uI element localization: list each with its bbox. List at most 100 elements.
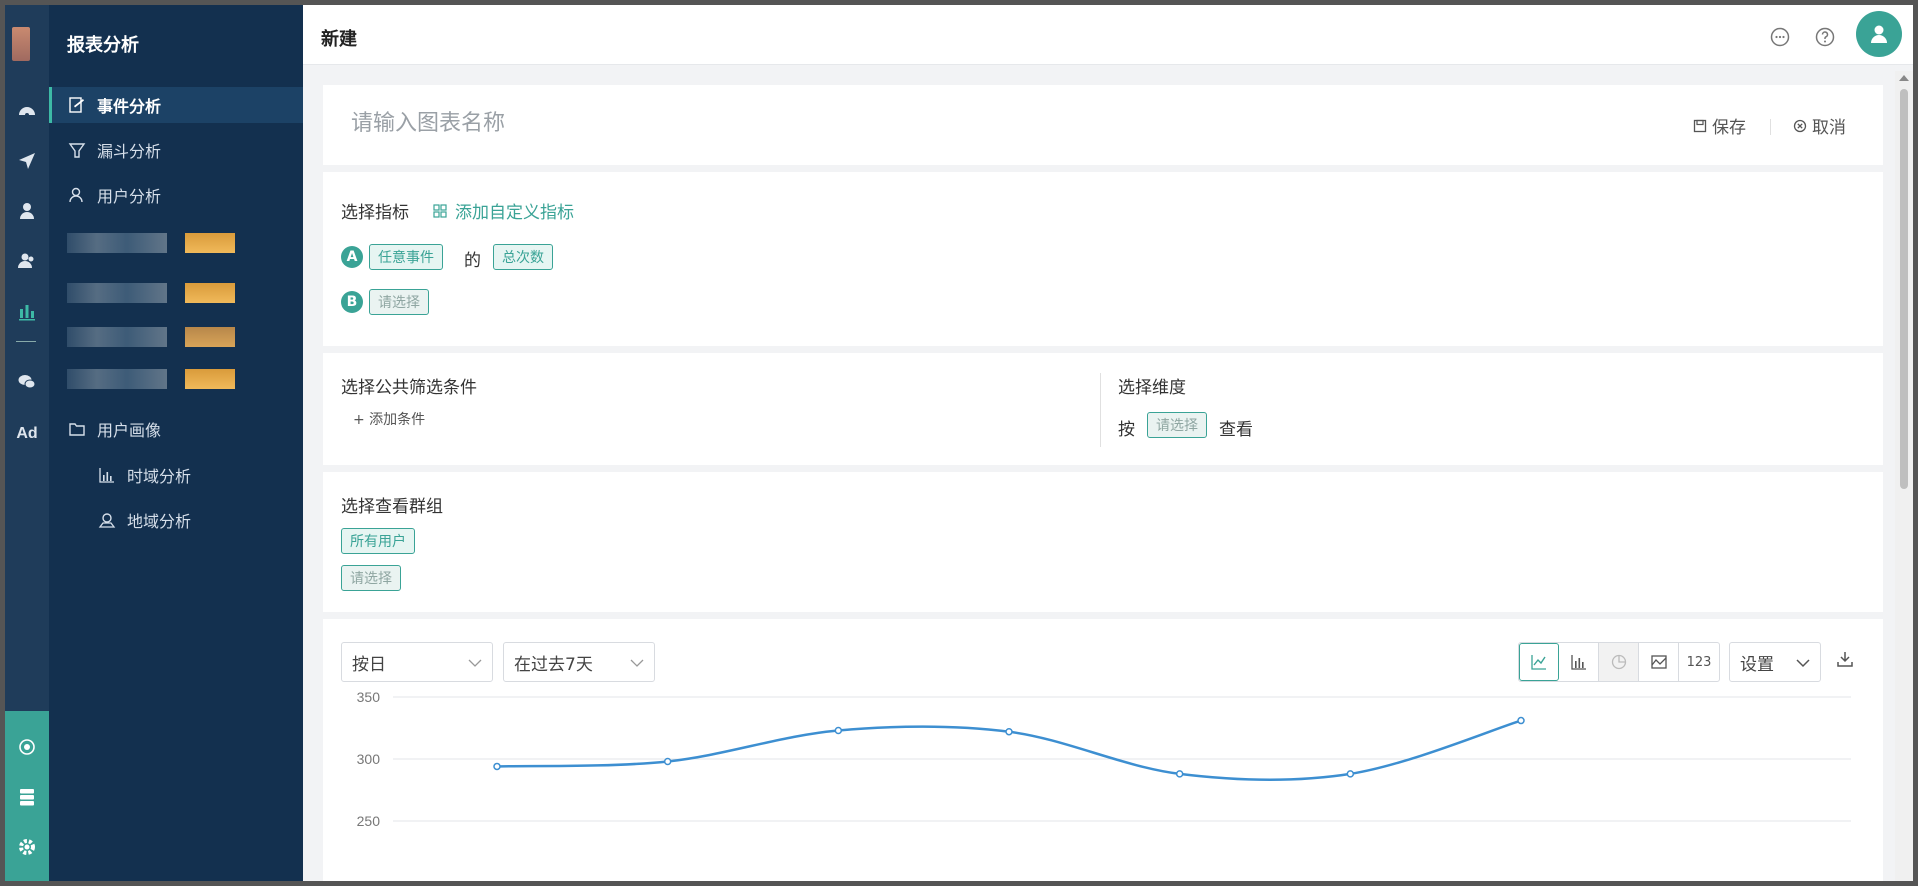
group-all-users[interactable]: 所有用户 bbox=[341, 528, 415, 554]
add-custom-metric-label: 添加自定义指标 bbox=[455, 203, 574, 223]
number-view-button[interactable]: 123 bbox=[1679, 643, 1719, 681]
metrics-title: 选择指标 bbox=[341, 203, 409, 223]
y-tick-label: 250 bbox=[357, 813, 381, 829]
group-card: 选择查看群组 所有用户 请选择 bbox=[323, 472, 1883, 612]
user-outline-icon bbox=[67, 185, 87, 205]
granularity-select[interactable]: 按日 bbox=[341, 642, 493, 682]
users-icon[interactable] bbox=[5, 246, 49, 276]
chevron-down-icon bbox=[630, 659, 644, 667]
dimension-title: 选择维度 bbox=[1118, 378, 1186, 398]
metrics-card: 选择指标 添加自定义指标 A 任意事件 的 总次数 B 请选择 bbox=[323, 172, 1883, 346]
sidebar-item-label: 事件分析 bbox=[97, 97, 162, 116]
app-window: Ad 报表分析 事件分析 漏斗分析 用户分析 用户画像 时域分析 地域分析 新建… bbox=[5, 5, 1913, 881]
line-chart: 350 300 250 bbox=[357, 689, 1851, 829]
bar-chart-small-icon bbox=[97, 465, 117, 485]
y-tick-label: 350 bbox=[357, 689, 381, 705]
cancel-button[interactable]: 取消 bbox=[1793, 113, 1846, 138]
sidebar-item-event-analysis[interactable]: 事件分析 bbox=[49, 87, 303, 123]
report-chart-icon[interactable] bbox=[5, 296, 49, 326]
dimension-prefix: 按 bbox=[1118, 420, 1135, 440]
chevron-down-icon bbox=[1796, 659, 1810, 668]
sidebar-item-label: 用户画像 bbox=[97, 421, 162, 440]
action-divider bbox=[1770, 119, 1771, 135]
sidebar: 报表分析 事件分析 漏斗分析 用户分析 用户画像 时域分析 地域分析 bbox=[49, 5, 303, 881]
sidebar-item-time-analysis[interactable]: 时域分析 bbox=[49, 457, 303, 493]
metric-b-badge: B bbox=[341, 291, 363, 313]
sidebar-item-funnel-analysis[interactable]: 漏斗分析 bbox=[49, 132, 303, 168]
sidebar-item-user-analysis[interactable]: 用户分析 bbox=[49, 177, 303, 213]
area-chart-icon[interactable] bbox=[1639, 643, 1679, 681]
settings-gear-icon[interactable] bbox=[5, 832, 49, 862]
sidebar-item-label: 漏斗分析 bbox=[97, 142, 162, 161]
database-icon[interactable] bbox=[5, 782, 49, 812]
metric-b-event-select[interactable]: 请选择 bbox=[369, 289, 429, 315]
vertical-scrollbar[interactable] bbox=[1895, 71, 1913, 881]
bar-chart-icon[interactable] bbox=[1559, 643, 1599, 681]
scroll-up-arrow[interactable] bbox=[1899, 75, 1909, 81]
chart-settings-dropdown[interactable]: 设置 bbox=[1729, 642, 1821, 682]
dashboard-icon[interactable] bbox=[5, 96, 49, 126]
data-point[interactable] bbox=[1175, 770, 1184, 778]
save-label: 保存 bbox=[1712, 118, 1746, 138]
redacted-sidebar-item[interactable] bbox=[67, 229, 237, 257]
data-point[interactable] bbox=[1346, 770, 1355, 778]
chart-name-card: 保存 取消 bbox=[323, 85, 1883, 165]
wechat-icon[interactable] bbox=[5, 367, 49, 397]
redacted-sidebar-item[interactable] bbox=[67, 279, 237, 307]
redacted-sidebar-item[interactable] bbox=[67, 365, 237, 393]
dimension-suffix: 查看 bbox=[1219, 420, 1253, 440]
chat-icon[interactable] bbox=[1768, 25, 1792, 49]
filter-divider bbox=[1100, 373, 1101, 447]
granularity-value: 按日 bbox=[352, 654, 386, 675]
chart-type-group: 123 bbox=[1518, 642, 1720, 682]
save-icon bbox=[1693, 119, 1707, 132]
send-icon[interactable] bbox=[5, 146, 49, 176]
ad-icon[interactable]: Ad bbox=[5, 419, 49, 449]
groups-title: 选择查看群组 bbox=[341, 497, 443, 517]
page-title: 新建 bbox=[321, 29, 357, 50]
group-select[interactable]: 请选择 bbox=[341, 565, 401, 591]
data-point[interactable] bbox=[493, 762, 501, 771]
settings-label: 设置 bbox=[1740, 654, 1774, 675]
date-range-select[interactable]: 在过去7天 bbox=[503, 642, 655, 682]
redacted-sidebar-item[interactable] bbox=[67, 323, 237, 351]
metric-a-event-select[interactable]: 任意事件 bbox=[369, 244, 443, 270]
filters-title: 选择公共筛选条件 bbox=[341, 378, 477, 398]
icon-rail: Ad bbox=[5, 5, 49, 881]
y-tick-label: 300 bbox=[357, 751, 381, 767]
filter-dimension-card: 选择公共筛选条件 + 添加条件 选择维度 按 请选择 查看 bbox=[323, 353, 1883, 465]
help-icon[interactable] bbox=[1813, 25, 1837, 49]
sidebar-item-user-profile[interactable]: 用户画像 bbox=[49, 411, 303, 447]
pie-chart-icon[interactable] bbox=[1599, 643, 1639, 681]
data-point[interactable] bbox=[1005, 727, 1013, 736]
avatar[interactable] bbox=[1856, 11, 1902, 57]
sidebar-item-geo-analysis[interactable]: 地域分析 bbox=[49, 502, 303, 538]
add-condition-button[interactable]: + 添加条件 bbox=[353, 409, 425, 429]
data-point[interactable] bbox=[1517, 716, 1525, 725]
download-icon[interactable] bbox=[1836, 650, 1854, 668]
user-icon[interactable] bbox=[5, 196, 49, 226]
sidebar-item-label: 地域分析 bbox=[127, 512, 192, 531]
monitor-icon[interactable] bbox=[5, 732, 49, 762]
cancel-circle-icon bbox=[1793, 119, 1807, 132]
metric-a-badge: A bbox=[341, 246, 363, 268]
data-point[interactable] bbox=[834, 726, 843, 735]
chart-name-input[interactable] bbox=[351, 111, 1051, 136]
top-header: 新建 bbox=[303, 5, 1913, 65]
data-point[interactable] bbox=[663, 757, 672, 766]
scrollbar-thumb[interactable] bbox=[1900, 89, 1908, 489]
dimension-select[interactable]: 请选择 bbox=[1147, 412, 1207, 438]
save-button[interactable]: 保存 bbox=[1693, 113, 1746, 138]
rail-divider bbox=[16, 341, 36, 342]
metric-a-measure-select[interactable]: 总次数 bbox=[493, 244, 553, 270]
add-custom-metric-link[interactable]: 添加自定义指标 bbox=[433, 198, 574, 223]
funnel-icon bbox=[67, 140, 87, 160]
grid-icon bbox=[433, 203, 447, 218]
sidebar-item-label: 时域分析 bbox=[127, 467, 192, 486]
date-range-value: 在过去7天 bbox=[514, 654, 593, 675]
sidebar-item-label: 用户分析 bbox=[97, 187, 162, 206]
cancel-label: 取消 bbox=[1812, 118, 1846, 138]
line-chart-icon[interactable] bbox=[1519, 643, 1559, 681]
sidebar-title: 报表分析 bbox=[67, 35, 139, 56]
metric-a-connector: 的 bbox=[464, 251, 481, 271]
